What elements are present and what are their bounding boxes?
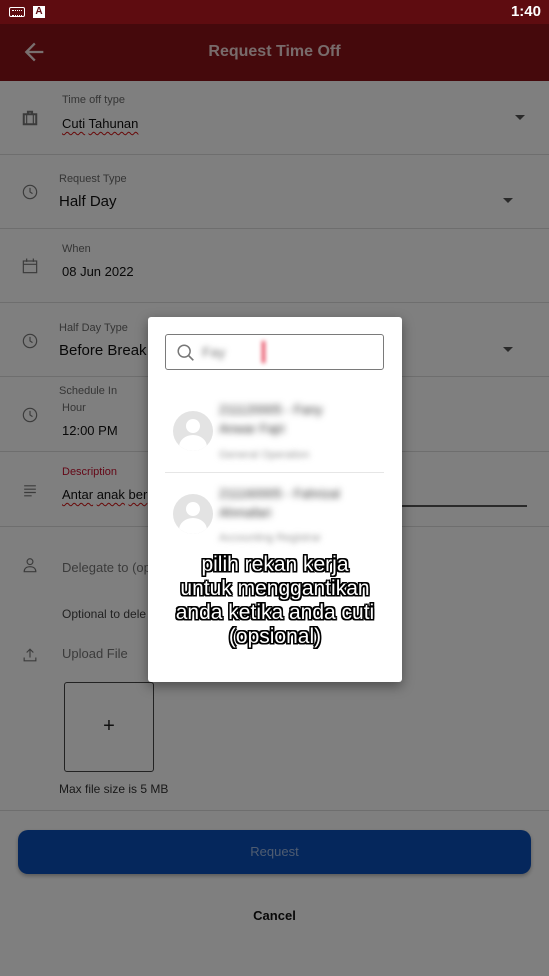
person-role: Accounting Registrar (219, 532, 322, 544)
caption-line: (opsional) (228, 625, 322, 648)
keyboard-icon (9, 7, 25, 17)
person-role: General Operation (219, 449, 310, 461)
text-cursor (262, 341, 265, 363)
caption-line: anda ketika anda cuti (175, 601, 375, 624)
search-input[interactable]: Fay (165, 334, 384, 370)
caption-line: untuk menggantikan (180, 577, 370, 600)
list-item[interactable]: 211120005 - Fany Anwar Fajri General Ope… (165, 390, 384, 473)
search-icon (177, 344, 194, 361)
avatar (173, 494, 213, 534)
search-value: Fay (202, 344, 226, 360)
caption-overlay: pilih rekan kerja untuk menggantikan and… (148, 553, 402, 649)
person-name: 211160005 - Fahrizal Ahmafari (219, 486, 340, 520)
a-badge-icon: A (33, 6, 45, 18)
caption-line: pilih rekan kerja (201, 553, 349, 576)
list-item[interactable]: 211160005 - Fahrizal Ahmafari Accounting… (165, 474, 384, 557)
person-name: 211120005 - Fany Anwar Fajri (219, 402, 323, 436)
avatar (173, 411, 213, 451)
status-time: 1:40 (510, 3, 541, 20)
status-bar: A 1:40 (0, 0, 549, 24)
